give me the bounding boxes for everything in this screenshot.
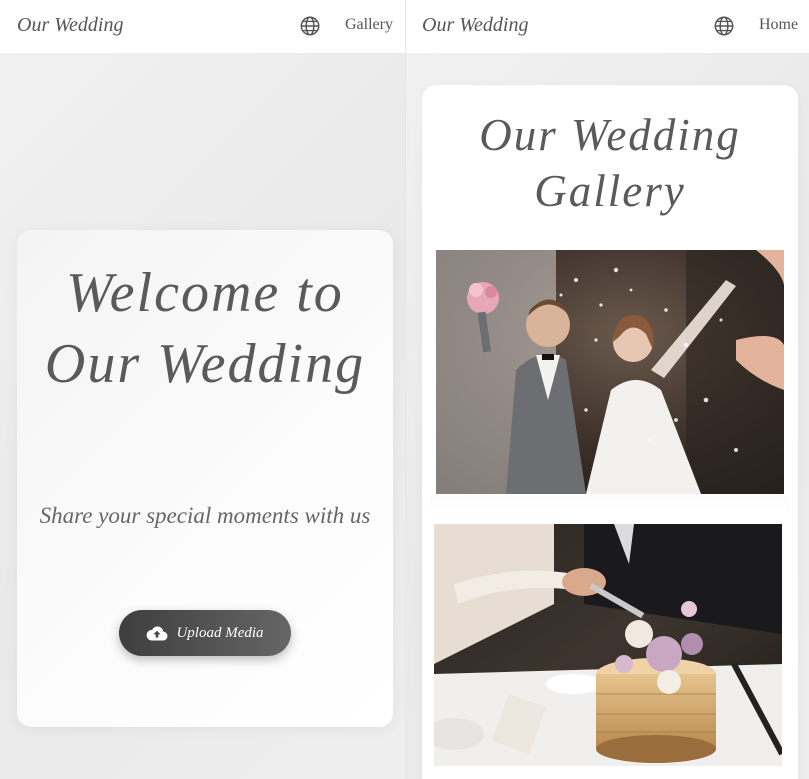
top-nav-bar: Our Wedding Gallery xyxy=(0,0,405,53)
nav-link-home[interactable]: Home xyxy=(759,16,798,34)
cloud-upload-icon xyxy=(147,626,168,641)
top-nav-bar: Our Wedding Home xyxy=(406,0,809,53)
welcome-card: Welcome to Our Wedding Share your specia… xyxy=(17,230,393,727)
gallery-card: Our Wedding Gallery xyxy=(422,85,798,779)
upload-button-label: Upload Media xyxy=(176,624,264,641)
home-screen: Our Wedding Gallery Welcome to Our Weddi… xyxy=(0,0,406,779)
couple-confetti-photo[interactable] xyxy=(436,250,784,494)
welcome-subtitle: Share your special moments with us xyxy=(39,503,371,528)
brand-logo[interactable]: Our Wedding xyxy=(422,14,528,37)
upload-media-button[interactable]: Upload Media xyxy=(119,610,291,656)
photo-divider xyxy=(430,496,790,514)
cake-cutting-photo[interactable] xyxy=(434,524,782,766)
gallery-title: Our Wedding Gallery xyxy=(479,110,741,216)
nav-link-gallery[interactable]: Gallery xyxy=(345,16,393,34)
brand-logo[interactable]: Our Wedding xyxy=(17,14,123,37)
globe-icon[interactable] xyxy=(299,15,321,37)
welcome-title: Welcome to Our Wedding xyxy=(44,262,366,395)
gallery-screen: Our Wedding Home Our Wedding Gallery xyxy=(406,0,809,779)
globe-icon[interactable] xyxy=(713,15,735,37)
